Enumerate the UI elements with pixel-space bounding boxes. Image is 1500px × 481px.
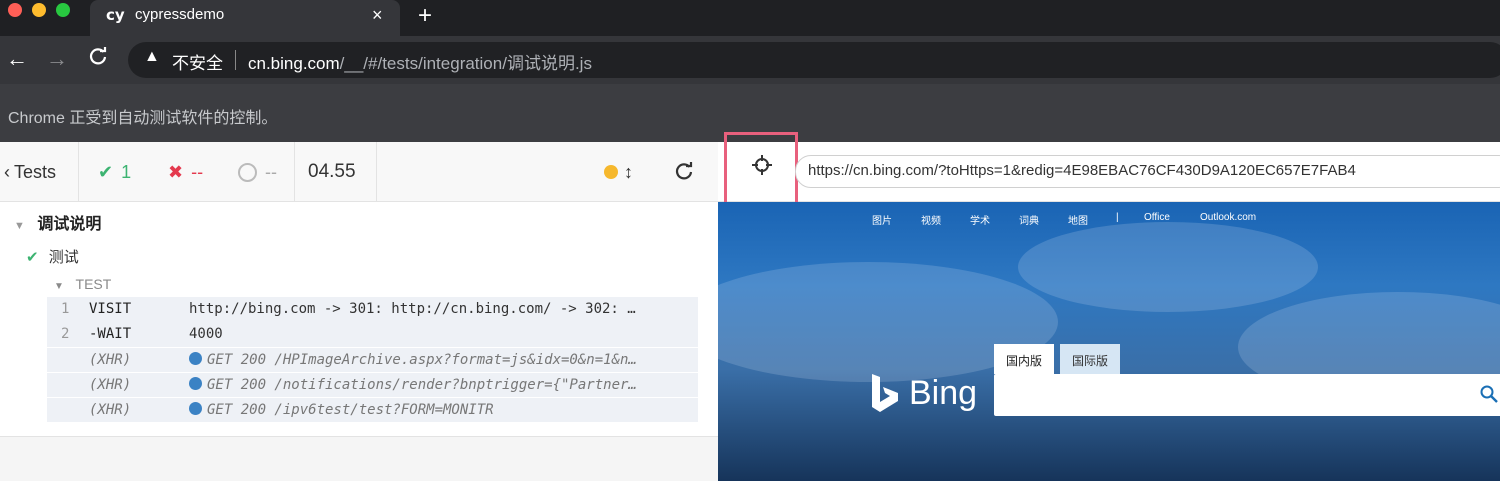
command-name: VISIT xyxy=(89,301,132,317)
header-divider xyxy=(376,142,377,202)
chevron-left-icon: ‹ xyxy=(4,161,10,182)
aut-url-display[interactable]: https://cn.bing.com/?toHttps=1&redig=4E9… xyxy=(795,155,1500,188)
caret-down-icon: ▼ xyxy=(14,220,25,232)
hook-row[interactable]: ▼ TEST xyxy=(54,276,111,292)
rerun-button[interactable] xyxy=(674,142,694,202)
crosshair-icon xyxy=(752,155,772,175)
bing-nav-office[interactable]: Office xyxy=(1144,212,1170,223)
failed-count-value: -- xyxy=(191,161,204,182)
xhr-status-dot-icon xyxy=(189,352,202,365)
reload-icon[interactable] xyxy=(88,47,108,73)
pending-circle-icon xyxy=(238,162,257,182)
bing-nav-divider: | xyxy=(1116,212,1119,223)
reporter-header: ‹ Tests ✔ 1 ✖ -- -- 04.55 ↕ xyxy=(0,142,718,202)
bing-preview: 图片 视频 学术 词典 地图 | Office Outlook.com Bing… xyxy=(718,202,1500,481)
passed-count[interactable]: ✔ 1 xyxy=(98,142,131,202)
xhr-message-text: GET 200 /notifications/render?bnptrigger… xyxy=(207,377,637,393)
url-host: cn.bing.com xyxy=(248,54,340,73)
address-bar[interactable]: ▲ 不安全 cn.bing.com/__/#/tests/integration… xyxy=(128,42,1500,78)
xhr-status-dot-icon xyxy=(189,402,202,415)
address-bar-divider xyxy=(235,50,236,70)
security-label[interactable]: 不安全 xyxy=(172,49,223,74)
bing-tab-domestic[interactable]: 国内版 xyxy=(994,344,1055,374)
tab-close-icon[interactable]: × xyxy=(372,5,383,26)
selector-playground-button[interactable] xyxy=(724,132,798,205)
bing-tab-international[interactable]: 国际版 xyxy=(1060,344,1121,374)
run-duration: 04.55 xyxy=(308,161,356,182)
cypress-reporter: ‹ Tests ✔ 1 ✖ -- -- 04.55 ↕ ▼ 调试说明 ✔ 测试 … xyxy=(0,142,718,481)
xhr-row[interactable]: (XHR) GET 200 /ipv6test/test?FORM=MONITR xyxy=(47,397,698,422)
bing-top-nav: 图片 视频 学术 词典 地图 | Office Outlook.com xyxy=(718,212,1500,232)
command-message: GET 200 /notifications/render?bnptrigger… xyxy=(189,377,689,393)
status-dot-icon xyxy=(604,165,618,179)
command-row[interactable]: 1 VISIT http://bing.com -> 301: http://c… xyxy=(47,297,698,322)
command-message: 4000 xyxy=(189,326,223,342)
command-message: GET 200 /ipv6test/test?FORM=MONITR xyxy=(189,402,689,418)
tests-back-button[interactable]: ‹ Tests xyxy=(4,142,56,202)
window-minimize-button[interactable] xyxy=(32,3,46,17)
warning-triangle-icon[interactable]: ▲ xyxy=(144,48,160,66)
xhr-message-text: GET 200 /ipv6test/test?FORM=MONITR xyxy=(207,402,494,418)
command-message: http://bing.com -> 301: http://cn.bing.c… xyxy=(189,301,636,317)
browser-tab[interactable]: cy cypressdemo × xyxy=(90,0,400,36)
sky-cloud xyxy=(1018,222,1318,312)
new-tab-button[interactable]: + xyxy=(418,2,432,30)
back-arrow-icon[interactable]: ← xyxy=(6,46,28,72)
aut-header: https://cn.bing.com/?toHttps=1&redig=4E9… xyxy=(718,132,1500,205)
test-title: 测试 xyxy=(48,249,79,266)
check-icon: ✔ xyxy=(98,161,114,182)
x-icon: ✖ xyxy=(168,161,184,182)
command-name: (XHR) xyxy=(89,377,132,393)
browser-tab-strip: cy cypressdemo × + xyxy=(0,0,1500,36)
address-url[interactable]: cn.bing.com/__/#/tests/integration/调试说明.… xyxy=(248,49,592,74)
tests-back-label: Tests xyxy=(14,161,57,182)
command-number: 1 xyxy=(61,301,70,317)
forward-arrow-icon[interactable]: → xyxy=(46,46,68,72)
bing-b-icon xyxy=(872,374,898,412)
command-number: 2 xyxy=(61,326,70,342)
browser-toolbar: ← → ▲ 不安全 cn.bing.com/__/#/tests/integra… xyxy=(0,36,1500,84)
command-name: -WAIT xyxy=(89,326,132,342)
passed-count-value: 1 xyxy=(121,161,132,182)
command-log: 1 VISIT http://bing.com -> 301: http://c… xyxy=(47,297,698,422)
window-close-button[interactable] xyxy=(8,3,22,17)
test-pass-check-icon: ✔ xyxy=(26,249,39,266)
window-maximize-button[interactable] xyxy=(56,3,70,17)
xhr-row[interactable]: (XHR) GET 200 /notifications/render?bnpt… xyxy=(47,372,698,397)
command-row[interactable]: 2 -WAIT 4000 xyxy=(47,322,698,347)
bing-nav-maps[interactable]: 地图 xyxy=(1068,212,1088,227)
reporter-empty-area xyxy=(0,437,718,481)
command-message: GET 200 /HPImageArchive.aspx?format=js&i… xyxy=(189,352,689,368)
caret-down-icon: ▼ xyxy=(54,281,64,292)
bing-nav-outlook[interactable]: Outlook.com xyxy=(1200,212,1256,223)
rerun-icon xyxy=(675,162,693,180)
cypress-favicon-icon: cy xyxy=(106,6,125,24)
xhr-status-dot-icon xyxy=(189,377,202,390)
suite-title: 调试说明 xyxy=(37,216,102,233)
tab-title: cypressdemo xyxy=(135,6,225,23)
bing-search-input[interactable] xyxy=(994,374,1500,416)
bing-nav-dictionary[interactable]: 词典 xyxy=(1019,212,1039,227)
auto-scroll-toggle[interactable]: ↕ xyxy=(604,142,633,202)
command-name: (XHR) xyxy=(89,352,132,368)
pending-count-value: -- xyxy=(265,161,277,182)
suite-row[interactable]: ▼ 调试说明 xyxy=(14,210,101,234)
command-name: (XHR) xyxy=(89,402,132,418)
hook-title: TEST xyxy=(75,276,112,292)
scroll-arrows-icon: ↕ xyxy=(624,161,633,182)
header-divider xyxy=(78,142,79,202)
failed-count[interactable]: ✖ -- xyxy=(168,142,203,202)
pending-count[interactable]: -- xyxy=(238,142,277,202)
url-path: /__/#/tests/integration/调试说明.js xyxy=(339,54,592,73)
xhr-row[interactable]: (XHR) GET 200 /HPImageArchive.aspx?forma… xyxy=(47,347,698,372)
search-icon[interactable] xyxy=(1480,385,1498,403)
header-divider xyxy=(294,142,295,202)
bing-logo-text[interactable]: Bing xyxy=(909,374,977,413)
bing-nav-videos[interactable]: 视频 xyxy=(921,212,941,227)
bing-nav-images[interactable]: 图片 xyxy=(872,212,892,227)
test-row[interactable]: ✔ 测试 xyxy=(26,246,79,267)
xhr-message-text: GET 200 /HPImageArchive.aspx?format=js&i… xyxy=(207,352,637,368)
bing-nav-academic[interactable]: 学术 xyxy=(970,212,990,227)
